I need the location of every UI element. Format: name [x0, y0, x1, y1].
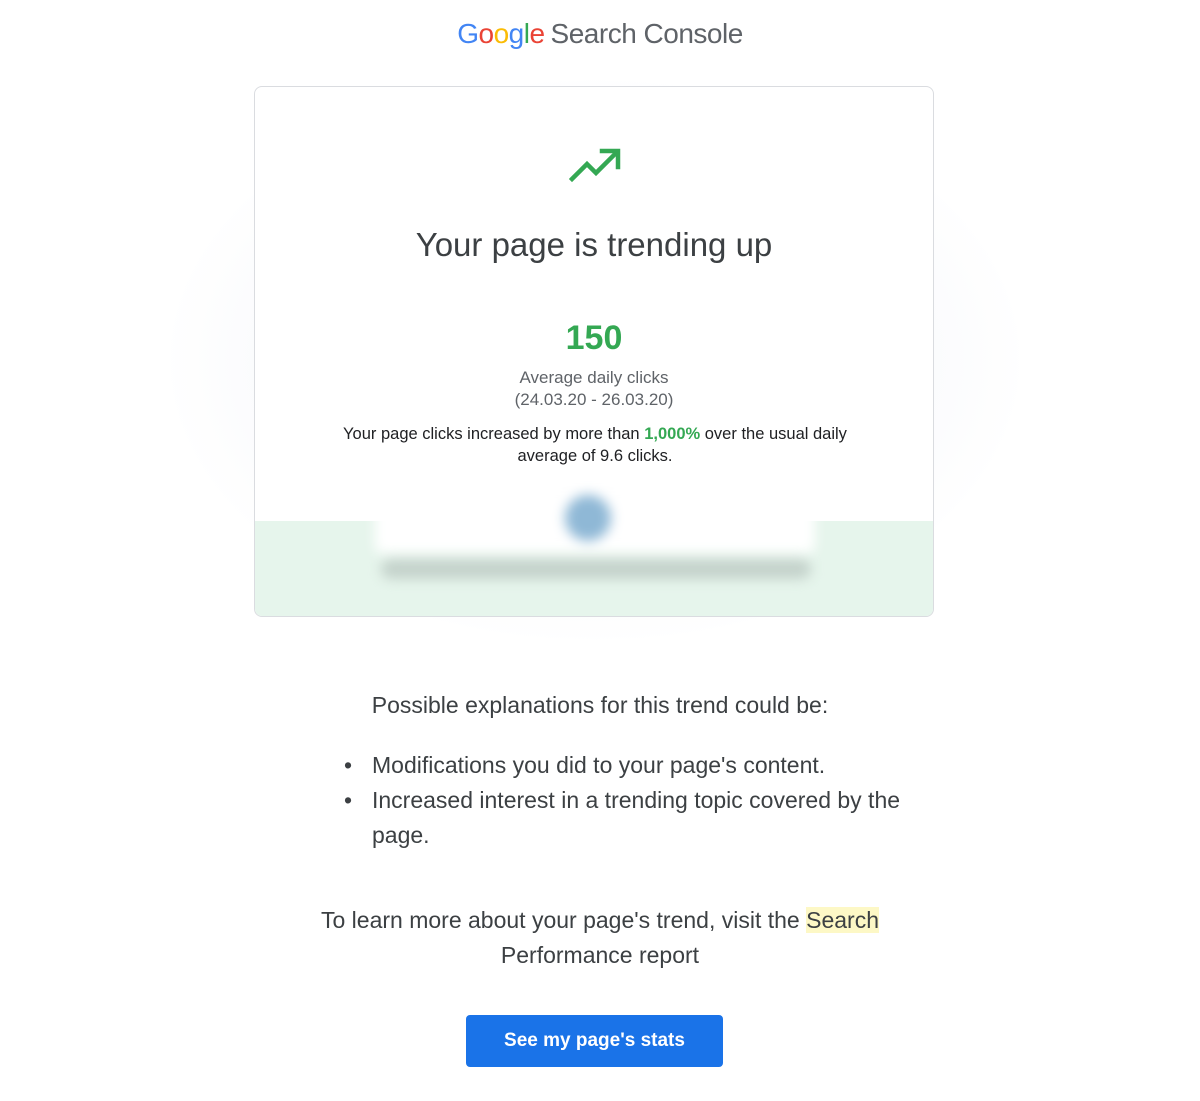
learn-more-text: To learn more about your page's trend, v… — [270, 903, 930, 973]
metric-date-range: (24.03.20 - 26.03.20) — [514, 390, 674, 409]
learn-more-prefix: To learn more about your page's trend, v… — [321, 907, 807, 933]
search-performance-link[interactable]: Search — [806, 907, 879, 933]
summary-percent-highlight: 1,000% — [644, 425, 701, 443]
trend-summary: Your page clicks increased by more than … — [315, 423, 875, 467]
google-search-console-logo: Google Search Console — [0, 16, 1200, 52]
list-item: • Modifications you did to your page's co… — [342, 748, 902, 783]
learn-more-suffix: Performance report — [500, 942, 700, 968]
list-item-text: Increased interest in a trending topic c… — [372, 787, 901, 848]
metric-value: 150 — [565, 319, 623, 357]
trend-card: Your page is trending up 150 Average dai… — [254, 86, 934, 617]
bullet-icon: • — [344, 752, 353, 778]
logo-letter-o1: o — [478, 18, 495, 49]
metric-label: Average daily clicks — [519, 368, 669, 387]
trending-up-icon — [569, 148, 621, 183]
bullet-icon: • — [344, 787, 353, 813]
card-title: Your page is trending up — [415, 226, 773, 263]
explanations-list: • Modifications you did to your page's co… — [342, 748, 902, 853]
logo-letter-g2: g — [508, 18, 525, 49]
see-stats-button[interactable]: See my page's stats — [466, 1015, 723, 1067]
logo-letter-e: e — [529, 18, 545, 49]
logo-product-name: Search Console — [550, 18, 744, 49]
explanations-heading: Possible explanations for this trend cou… — [371, 692, 829, 718]
list-item-text: Modifications you did to your page's con… — [372, 752, 826, 778]
blurred-page-preview — [355, 481, 835, 591]
list-item: • Increased interest in a trending topic … — [342, 783, 902, 853]
logo-letter-o2: o — [493, 18, 510, 49]
summary-prefix: Your page clicks increased by more than — [343, 425, 645, 443]
logo-letter-g: G — [457, 18, 479, 49]
blurred-url-line — [381, 559, 811, 579]
blurred-avatar — [565, 495, 611, 541]
